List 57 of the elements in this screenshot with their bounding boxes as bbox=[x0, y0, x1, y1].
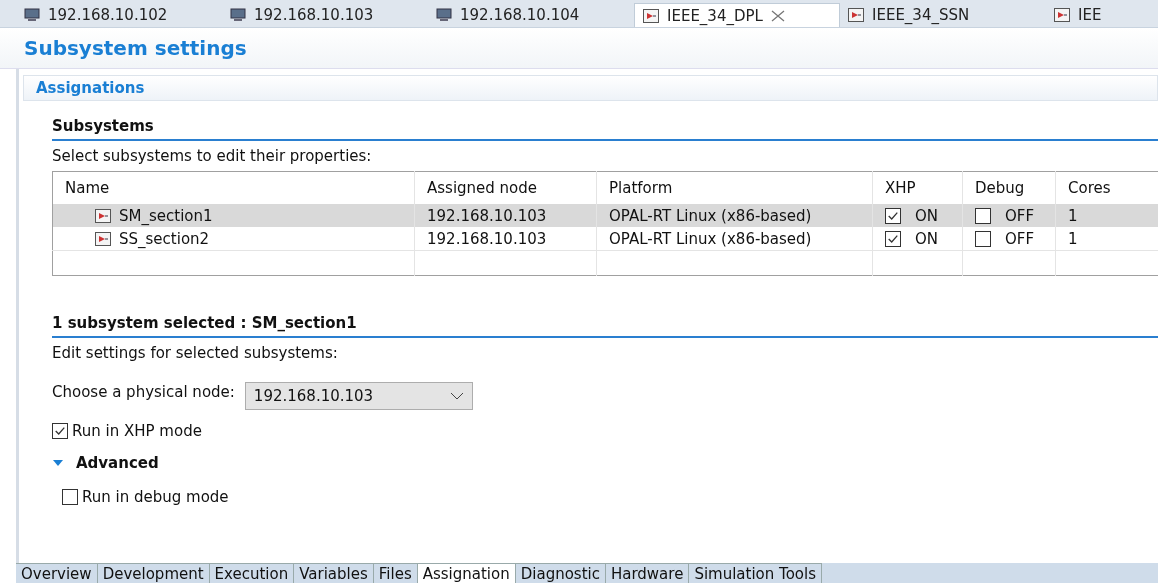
editor-tab[interactable]: 192.168.10.104 bbox=[428, 3, 634, 27]
table-cell: OPAL-RT Linux (x86-based) bbox=[596, 204, 873, 227]
editor-tab[interactable]: IEE bbox=[1046, 3, 1158, 27]
section-toggle[interactable]: Advanced bbox=[76, 454, 159, 472]
checkbox-label: Run in debug mode bbox=[82, 488, 229, 506]
checkbox-label: OFF bbox=[1005, 206, 1035, 225]
field-label: Choose a physical node: bbox=[52, 383, 235, 401]
computer-icon bbox=[230, 8, 246, 22]
page-tab[interactable]: Files bbox=[373, 563, 418, 583]
model-icon bbox=[1054, 8, 1070, 22]
xhp-checkbox[interactable] bbox=[885, 230, 901, 247]
table-cell: SS_section2 bbox=[119, 229, 210, 248]
model-icon bbox=[95, 231, 111, 246]
page-tab[interactable]: Diagnostic bbox=[515, 563, 606, 583]
debug-mode-checkbox[interactable] bbox=[62, 489, 78, 505]
node-dropdown[interactable]: 192.168.10.103 bbox=[244, 382, 473, 410]
close-icon[interactable] bbox=[770, 9, 785, 22]
checkbox-label: OFF bbox=[1005, 229, 1035, 248]
debug-checkbox[interactable] bbox=[975, 207, 991, 224]
table-cell: OPAL-RT Linux (x86-based) bbox=[596, 227, 873, 251]
page-tab[interactable]: Variables bbox=[294, 563, 374, 583]
computer-icon bbox=[24, 8, 40, 22]
editor-tab[interactable]: IEEE_34_DPL bbox=[634, 3, 840, 27]
expand-icon[interactable] bbox=[52, 459, 64, 467]
computer-icon bbox=[436, 8, 452, 22]
table-cell: 1 bbox=[1055, 204, 1158, 227]
section-heading: 1 subsystem selected : SM_section1 bbox=[52, 298, 1158, 338]
table-cell: 192.168.10.103 bbox=[414, 227, 597, 251]
section-heading: Subsystems bbox=[52, 101, 1158, 141]
model-icon bbox=[848, 8, 864, 22]
xhp-checkbox[interactable] bbox=[885, 207, 901, 224]
section-description: Edit settings for selected subsystems: bbox=[52, 343, 339, 364]
editor-tab[interactable]: 192.168.10.102 bbox=[16, 3, 222, 27]
checkmark-icon bbox=[54, 425, 66, 437]
model-icon bbox=[95, 208, 111, 223]
checkbox-label: ON bbox=[915, 229, 939, 248]
editor-tab[interactable]: 192.168.10.103 bbox=[222, 3, 428, 27]
page-tab[interactable]: Hardware bbox=[605, 563, 690, 583]
table-cell: 1 bbox=[1055, 227, 1158, 251]
checkbox-label: Run in XHP mode bbox=[72, 422, 202, 440]
page-tab[interactable]: Overview bbox=[16, 563, 98, 583]
xhp-mode-checkbox[interactable] bbox=[52, 423, 68, 439]
table-cell: 192.168.10.103 bbox=[414, 204, 597, 227]
debug-checkbox[interactable] bbox=[975, 230, 991, 247]
page-tab[interactable]: Development bbox=[97, 563, 210, 583]
checkmark-icon bbox=[887, 209, 899, 222]
table-cell: SM_section1 bbox=[119, 206, 213, 225]
page-tab[interactable]: Execution bbox=[209, 563, 295, 583]
model-icon bbox=[643, 8, 659, 23]
section-tab[interactable]: Assignations bbox=[23, 75, 1158, 101]
checkmark-icon bbox=[887, 232, 899, 245]
editor-tab[interactable]: IEEE_34_SSN bbox=[840, 3, 1046, 27]
page-tab[interactable]: Assignation bbox=[417, 563, 516, 583]
chevron-down-icon bbox=[449, 392, 464, 400]
section-description: Select subsystems to edit their properties: bbox=[52, 146, 373, 167]
checkbox-label: ON bbox=[915, 206, 939, 225]
page-tab[interactable]: Simulation Tools bbox=[689, 563, 822, 583]
